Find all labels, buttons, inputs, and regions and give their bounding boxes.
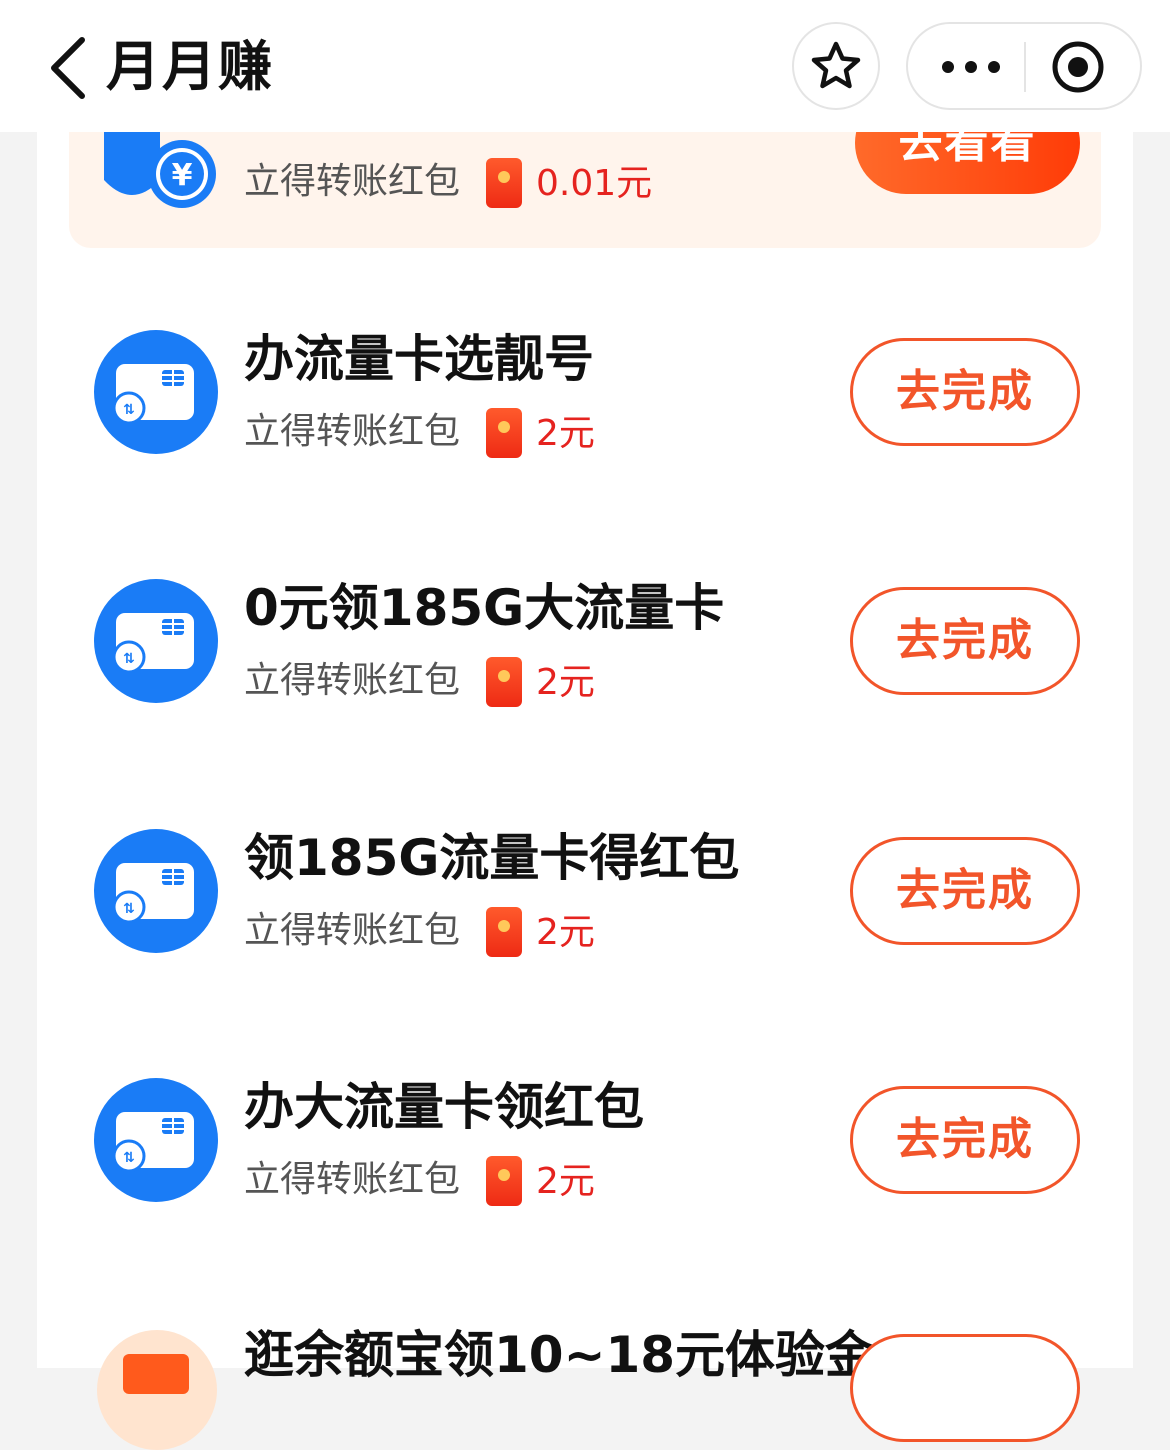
favorite-button[interactable] <box>792 22 880 110</box>
red-envelope-icon <box>486 907 522 957</box>
yuebao-icon <box>97 1330 217 1450</box>
task-reward: 2元 <box>536 912 595 953</box>
star-icon <box>811 41 861 89</box>
task-title: 领185G流量卡得红包 <box>244 829 740 887</box>
task-title: 办大流量卡领红包 <box>244 1078 644 1136</box>
task-title: 0元领185G大流量卡 <box>244 579 725 637</box>
svg-text:⇅: ⇅ <box>123 1150 135 1166</box>
red-envelope-icon <box>486 158 522 208</box>
task-reward: 0.01元 <box>536 163 653 204</box>
task-subtitle: 立得转账红包 <box>244 1159 461 1200</box>
task-subtitle: 立得转账红包 <box>244 161 461 202</box>
more-dots-icon <box>942 61 1000 73</box>
svg-text:⇅: ⇅ <box>123 901 135 917</box>
red-envelope-icon <box>486 1156 522 1206</box>
back-button[interactable] <box>44 36 94 100</box>
task-subtitle: 立得转账红包 <box>244 910 461 951</box>
task-subtitle: 立得转账红包 <box>244 660 461 701</box>
capsule-divider <box>1024 42 1026 92</box>
page-title: 月月赚 <box>106 35 274 98</box>
complete-task-button[interactable]: 去完成 <box>850 587 1080 695</box>
close-miniapp-button[interactable] <box>1050 39 1106 95</box>
task-reward: 2元 <box>536 1161 595 1202</box>
complete-task-button[interactable]: 去完成 <box>850 1086 1080 1194</box>
complete-task-button[interactable]: 去完成 <box>850 338 1080 446</box>
task-subtitle: 立得转账红包 <box>244 411 461 452</box>
task-reward: 2元 <box>536 413 595 454</box>
complete-task-button[interactable] <box>850 1334 1080 1442</box>
task-reward: 2元 <box>536 662 595 703</box>
miniapp-capsule <box>906 22 1142 110</box>
svg-text:⇅: ⇅ <box>123 402 135 418</box>
nav-bar: 月月赚 <box>0 0 1170 132</box>
sim-card-icon: ⇅ <box>94 579 218 703</box>
svg-text:¥: ¥ <box>172 158 193 193</box>
task-title: 办流量卡选靓号 <box>244 330 594 388</box>
svg-text:⇅: ⇅ <box>123 651 135 667</box>
sim-card-icon: ⇅ <box>94 330 218 454</box>
task-title: 逛余额宝领10~18元体验金 <box>244 1326 876 1384</box>
chevron-left-icon <box>51 37 85 99</box>
sim-card-icon: ⇅ <box>94 829 218 953</box>
more-button[interactable] <box>936 52 1006 82</box>
target-circle-icon <box>1052 41 1104 93</box>
red-envelope-icon <box>486 657 522 707</box>
sim-card-icon: ⇅ <box>94 1078 218 1202</box>
red-envelope-icon <box>486 408 522 458</box>
complete-task-button[interactable]: 去完成 <box>850 837 1080 945</box>
